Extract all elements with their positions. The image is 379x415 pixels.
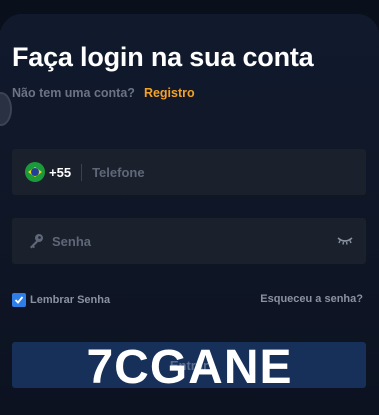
no-account-text: Não tem uma conta? [12, 86, 135, 100]
password-field[interactable]: Senha [12, 218, 366, 264]
forgot-password-link[interactable]: Esqueceu a senha? [260, 293, 363, 305]
password-input[interactable]: Senha [52, 234, 91, 249]
remember-label[interactable]: Lembrar Senha [30, 294, 110, 306]
login-button[interactable]: Entrar [12, 342, 366, 388]
remember-password[interactable]: Lembrar Senha [12, 293, 110, 307]
login-button-label[interactable]: Entrar [170, 358, 208, 373]
field-divider [81, 163, 83, 181]
signup-prompt: Não tem uma conta? Registro [12, 86, 195, 100]
remember-checkbox[interactable] [12, 293, 26, 307]
brazil-flag-icon[interactable] [25, 162, 45, 182]
page-title: Faça login na sua conta [12, 42, 314, 72]
phone-field[interactable]: +55 Telefone [12, 149, 366, 195]
phone-input[interactable]: Telefone [92, 165, 145, 180]
eye-closed-icon[interactable] [336, 233, 354, 247]
register-link[interactable]: Registro [144, 86, 195, 100]
country-code[interactable]: +55 [49, 165, 71, 180]
key-icon [28, 233, 44, 249]
